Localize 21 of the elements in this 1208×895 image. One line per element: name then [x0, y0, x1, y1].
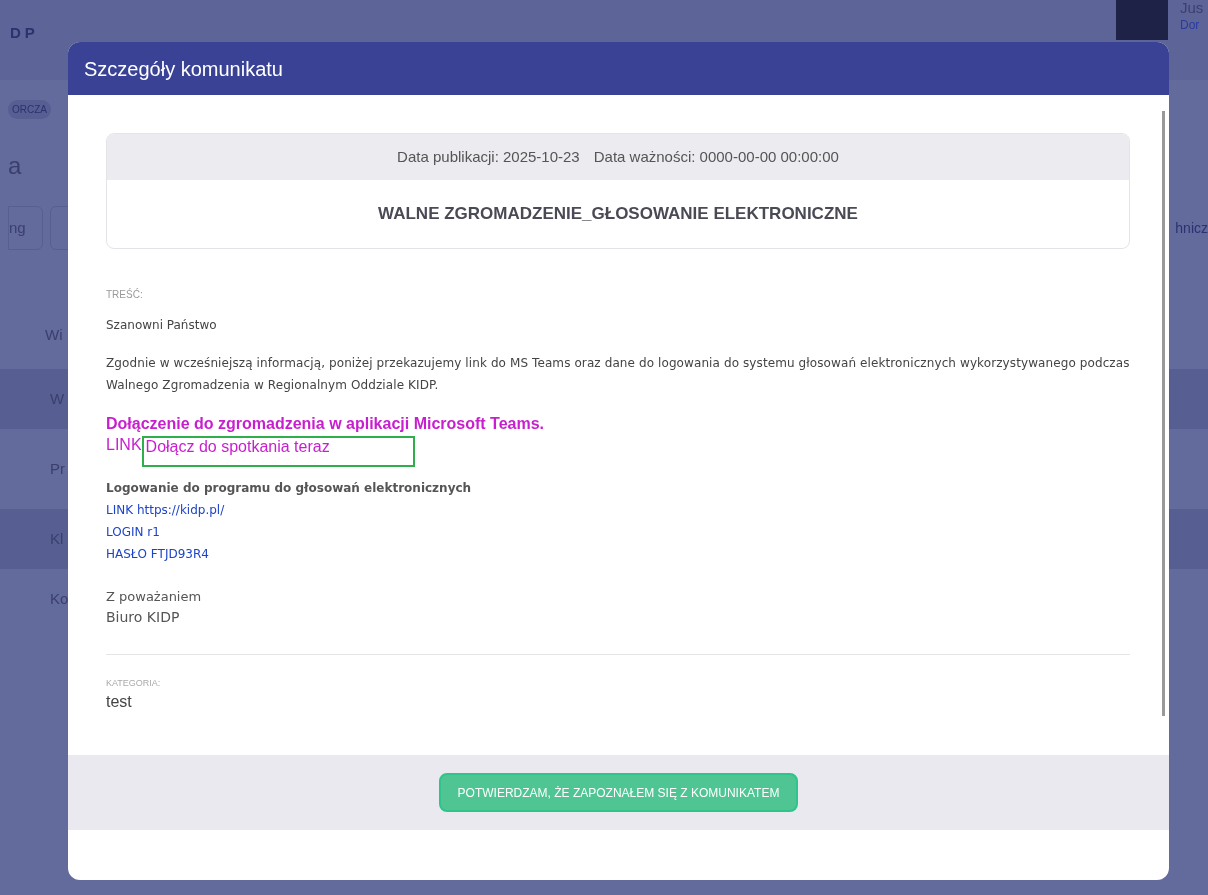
modal-title: Szczegóły komunikatu	[84, 56, 283, 82]
confirm-button[interactable]: POTWIERDZAM, ŻE ZAPOZNAŁEM SIĘ Z KOMUNIKATEM	[438, 773, 799, 812]
content-label: TREŚĆ:	[106, 287, 143, 302]
publication-date: Data publikacji: 2025-10-23	[397, 146, 580, 167]
message-subject: WALNE ZGROMADZENIE_GŁOSOWANIE ELEKTRONICZNE	[378, 203, 858, 226]
category-value: test	[106, 692, 132, 712]
teams-heading: Dołączenie do zgromadzenia w aplikacji Microsoft Teams.	[106, 414, 545, 434]
expiry-date: Data ważności: 0000-00-00 00:00:00	[593, 146, 839, 167]
tab-label[interactable]: hnicz	[1175, 217, 1208, 239]
login-detail: HASŁO FTJD93R4	[106, 546, 209, 563]
meeting-link[interactable]: Dołącz do spotkania teraz	[141, 436, 415, 467]
link-prefix: LINK	[106, 436, 142, 454]
signature-text: Biuro KIDP	[106, 607, 180, 627]
login-heading: Logowanie do programu do głosowań elektronicznych	[106, 480, 472, 497]
login-detail: LINK https://kidp.pl/	[106, 502, 225, 519]
message-paragraph: Zgodnie w wcześniejszą informacją, poniżej przekazujemy link do MS Teams oraz dane do logowania do systemu głosowań elektronicznych wykorzystywanego podczas Walnego Zgromadzenia w Regionalnym Oddziale KIDP.	[106, 355, 1130, 394]
closing-text: Z poważaniem	[106, 588, 202, 606]
category-label: KATEGORIA:	[106, 676, 161, 690]
avatar-photo-placeholder	[1116, 0, 1168, 40]
greeting-text: Szanowni Państwo	[106, 317, 217, 334]
login-detail: LOGIN r1	[106, 524, 160, 541]
